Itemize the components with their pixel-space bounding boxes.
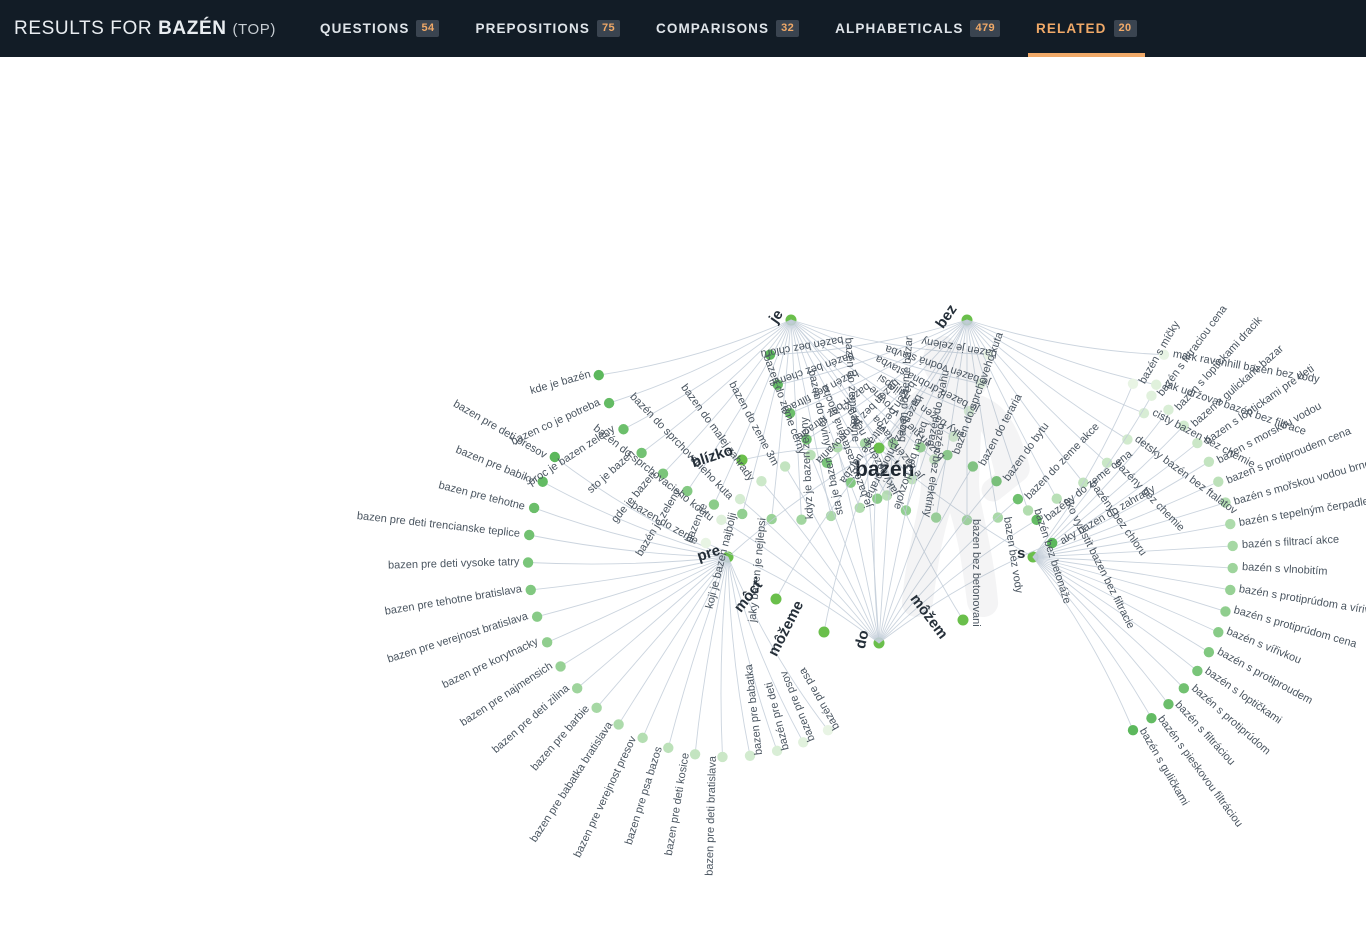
leaf-node[interactable] (1225, 518, 1236, 530)
leaf-node[interactable] (637, 732, 648, 744)
tab-related[interactable]: RELATED 20 (1018, 0, 1155, 57)
leaf-node[interactable] (1227, 540, 1238, 552)
leaf-node[interactable] (525, 584, 536, 596)
leaf-node[interactable] (779, 461, 791, 472)
graph-link (720, 556, 729, 757)
leaf-node[interactable] (591, 702, 602, 714)
branch-label-s[interactable]: s (1017, 545, 1025, 562)
tab-count-badge: 54 (416, 19, 440, 38)
page-title: RESULTS FOR BAZÉN (TOP) (14, 18, 276, 40)
leaf-node[interactable] (1213, 627, 1224, 638)
tab-label: ALPHABETICALS (835, 21, 964, 36)
related-keywords-graph[interactable]: bazén je kde je bazén bazen co je potreba p… (0, 57, 1366, 939)
leaf-node[interactable] (531, 611, 543, 622)
tab-label: QUESTIONS (320, 21, 410, 36)
graph-link (560, 556, 729, 667)
leaf-node[interactable] (1220, 606, 1231, 617)
app-header: RESULTS FOR BAZÉN (TOP) QUESTIONS 54 PREPO… (0, 0, 1366, 57)
leaf-node[interactable] (555, 661, 566, 672)
tab-count-badge: 20 (1113, 19, 1137, 38)
leaf-node[interactable] (1225, 584, 1236, 596)
leaf-node[interactable] (1146, 390, 1157, 402)
tab-prepositions[interactable]: PREPOSITIONS 75 (457, 0, 638, 57)
branch-node-moct[interactable] (770, 593, 782, 605)
leaf-node[interactable] (1203, 456, 1215, 468)
leaf-node[interactable] (734, 493, 746, 505)
leaf-node[interactable] (618, 424, 629, 435)
keyword-label[interactable]: bazen bez betonovani (970, 519, 982, 627)
tab-label: PREPOSITIONS (475, 21, 590, 36)
keyword-text: BAZÉN (158, 17, 227, 39)
tab-label: RELATED (1036, 21, 1107, 36)
tab-comparisons[interactable]: COMPARISONS 32 (638, 0, 817, 57)
tab-bar: QUESTIONS 54 PREPOSITIONS 75 COMPARISONS 32 AL… (302, 0, 1155, 57)
leaf-node[interactable] (613, 719, 624, 730)
tab-count-badge: 75 (596, 19, 621, 38)
leaf-node[interactable] (708, 499, 720, 510)
leaf-node[interactable] (541, 637, 553, 648)
leaf-node[interactable] (1203, 646, 1215, 658)
leaf-node[interactable] (528, 502, 540, 514)
tab-label: COMPARISONS (656, 21, 770, 36)
graph-link (546, 556, 729, 643)
leaf-node[interactable] (1127, 725, 1139, 736)
tab-alphabeticals[interactable]: ALPHABETICALS 479 (817, 0, 1018, 57)
graph-link (537, 556, 729, 618)
leaf-node[interactable] (1227, 562, 1238, 574)
leaf-node[interactable] (1213, 476, 1224, 487)
tab-count-badge: 479 (970, 19, 1001, 38)
branch-label-do[interactable]: do (852, 628, 872, 649)
leaf-node[interactable] (603, 397, 615, 409)
leaf-node[interactable] (524, 529, 535, 541)
results-for-text: RESULTS FOR (14, 17, 153, 39)
leaf-node[interactable] (717, 751, 728, 763)
leaf-node[interactable] (571, 683, 583, 694)
tab-questions[interactable]: QUESTIONS 54 (302, 0, 457, 57)
scope-text: (TOP) (232, 20, 277, 38)
leaf-node[interactable] (1192, 665, 1203, 677)
tab-count-badge: 32 (776, 19, 800, 38)
leaf-node[interactable] (593, 369, 604, 381)
leaf-node[interactable] (1178, 683, 1190, 694)
leaf-node[interactable] (1163, 698, 1174, 710)
leaf-node[interactable] (522, 557, 534, 568)
leaf-node[interactable] (756, 475, 767, 487)
